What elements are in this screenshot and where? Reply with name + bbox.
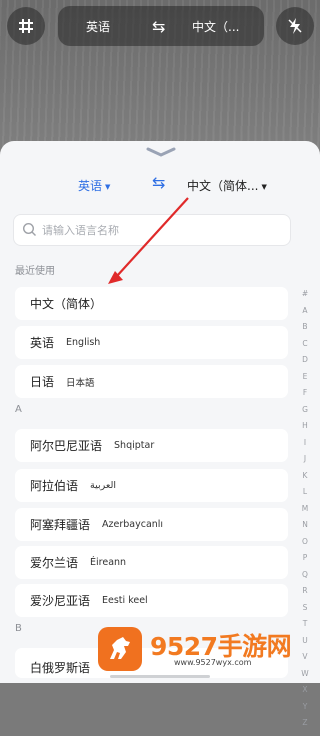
language-search-box[interactable] — [13, 214, 291, 246]
picker-target-language[interactable]: 中文（简体... ▼ — [187, 177, 267, 194]
language-item[interactable]: 阿塞拜疆语 Azerbaycanlı — [15, 508, 288, 541]
language-name: 白俄罗斯语 — [30, 660, 91, 675]
alphabet-index-letter[interactable]: S — [299, 603, 311, 621]
language-search-input[interactable] — [40, 219, 284, 241]
language-name: 英语 — [30, 336, 55, 350]
alphabet-index-letter[interactable]: D — [299, 356, 311, 373]
language-name: 日语 — [30, 375, 55, 389]
alphabet-index-letter[interactable]: N — [299, 521, 311, 538]
language-native-name: Eesti keel — [102, 595, 148, 606]
language-item[interactable]: 阿尔巴尼亚语 Shqiptar — [15, 429, 288, 462]
language-native-name: English — [66, 337, 101, 348]
language-native-name: العربية — [90, 480, 116, 491]
watermark-url: www.9527wyx.com — [174, 658, 252, 667]
camera-target-language[interactable]: 中文（... — [192, 18, 239, 35]
alphabet-index-letter[interactable]: E — [299, 372, 311, 390]
language-item[interactable]: 爱沙尼亚语 Eesti keel — [15, 584, 288, 617]
picker-source-label: 英语 — [78, 179, 103, 193]
search-icon — [22, 222, 36, 236]
alphabet-index-letter[interactable]: # — [299, 290, 311, 307]
language-name: 阿尔巴尼亚语 — [30, 439, 103, 453]
grid-icon[interactable] — [7, 7, 45, 45]
caret-down-icon: ▼ — [105, 183, 111, 191]
camera-source-language[interactable]: 英语 — [86, 18, 110, 35]
alphabet-index-letter[interactable]: A — [299, 306, 311, 324]
flash-off-icon[interactable] — [276, 7, 314, 45]
horse-logo-icon — [98, 627, 142, 671]
alphabet-index-letter[interactable]: B — [299, 323, 311, 340]
home-indicator[interactable] — [110, 675, 210, 678]
picker-source-language[interactable]: 英语 ▼ — [78, 177, 110, 194]
grid-icon-glyph — [19, 19, 33, 33]
language-name: 阿塞拜疆语 — [30, 518, 91, 532]
alphabet-index-letter[interactable]: L — [299, 488, 311, 505]
alphabet-index-letter[interactable]: H — [299, 422, 311, 439]
alphabet-index-letter[interactable]: K — [299, 471, 311, 489]
swap-arrows-icon[interactable]: ⇆ — [152, 17, 165, 36]
watermark: 9527手游网 www.9527wyx.com — [98, 627, 320, 673]
alphabet-index-letter[interactable]: Q — [299, 570, 311, 588]
camera-language-bar[interactable]: 英语 ⇆ 中文（... — [58, 6, 264, 46]
language-item[interactable]: 日语 日本語 — [15, 365, 288, 398]
alphabet-index-letter[interactable]: I — [299, 438, 311, 456]
picker-language-bar: 英语 ▼ ⇆ 中文（简体... ▼ — [0, 171, 320, 195]
language-picker-sheet: 英语▼ ⇆ 中文（简体...▼ 最近使用 中文（简体） 英语 English 日… — [0, 141, 320, 726]
language-name: 爱尔兰语 — [30, 556, 79, 570]
language-native-name: 日本語 — [66, 377, 95, 389]
language-item[interactable]: 阿拉伯语 العربية — [15, 469, 288, 502]
alphabet-index-letter[interactable]: J — [299, 455, 311, 472]
caret-down-icon: ▼ — [261, 183, 267, 191]
language-item[interactable]: 爱尔兰语 Éireann — [15, 546, 288, 579]
alphabet-index-letter[interactable]: X — [299, 686, 311, 703]
section-letter-a: A — [15, 404, 22, 415]
language-item[interactable]: 中文（简体） — [15, 287, 288, 320]
alphabet-index-letter[interactable]: P — [299, 554, 311, 571]
horse-glyph — [110, 637, 130, 659]
alphabet-index-letter[interactable]: R — [299, 587, 311, 604]
alphabet-index-letter[interactable]: F — [299, 389, 311, 406]
picker-target-label: 中文（简体... — [187, 179, 259, 193]
alphabet-index-letter[interactable]: Y — [299, 702, 311, 720]
recent-section-title: 最近使用 — [15, 266, 55, 277]
flash-glyph — [288, 18, 302, 34]
alphabet-index-letter[interactable]: G — [299, 405, 311, 423]
language-native-name: Éireann — [90, 557, 127, 568]
collapse-chevron-icon[interactable] — [145, 145, 177, 159]
alphabet-index-letter[interactable]: C — [299, 339, 311, 357]
alphabet-index-letter[interactable]: Z — [299, 719, 311, 736]
alphabet-index-letter[interactable]: M — [299, 504, 311, 522]
language-native-name: Azerbaycanlı — [102, 519, 164, 530]
language-name: 爱沙尼亚语 — [30, 594, 91, 608]
language-native-name: Shqiptar — [114, 440, 155, 451]
swap-languages-icon[interactable]: ⇆ — [152, 173, 165, 192]
section-letter-b: B — [15, 623, 22, 634]
language-item[interactable]: 英语 English — [15, 326, 288, 359]
language-name: 阿拉伯语 — [30, 479, 79, 493]
alphabet-index-letter[interactable]: O — [299, 537, 311, 555]
language-name: 中文（简体） — [30, 297, 103, 311]
